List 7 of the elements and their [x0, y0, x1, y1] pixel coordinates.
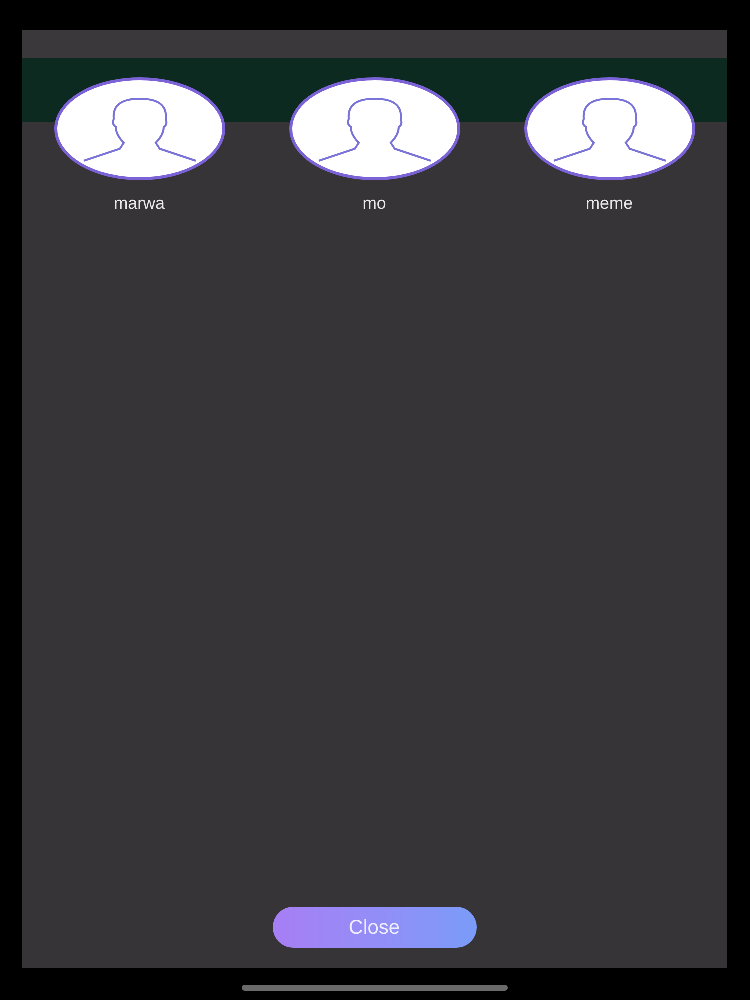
avatar-icon[interactable] [524, 77, 696, 181]
avatar-icon[interactable] [288, 77, 460, 181]
contact-name: marwa [114, 193, 165, 215]
close-button[interactable]: Close [272, 907, 476, 948]
contact-name: meme [586, 193, 634, 215]
contact-name: mo [362, 193, 386, 215]
avatar-icon[interactable] [54, 77, 226, 181]
